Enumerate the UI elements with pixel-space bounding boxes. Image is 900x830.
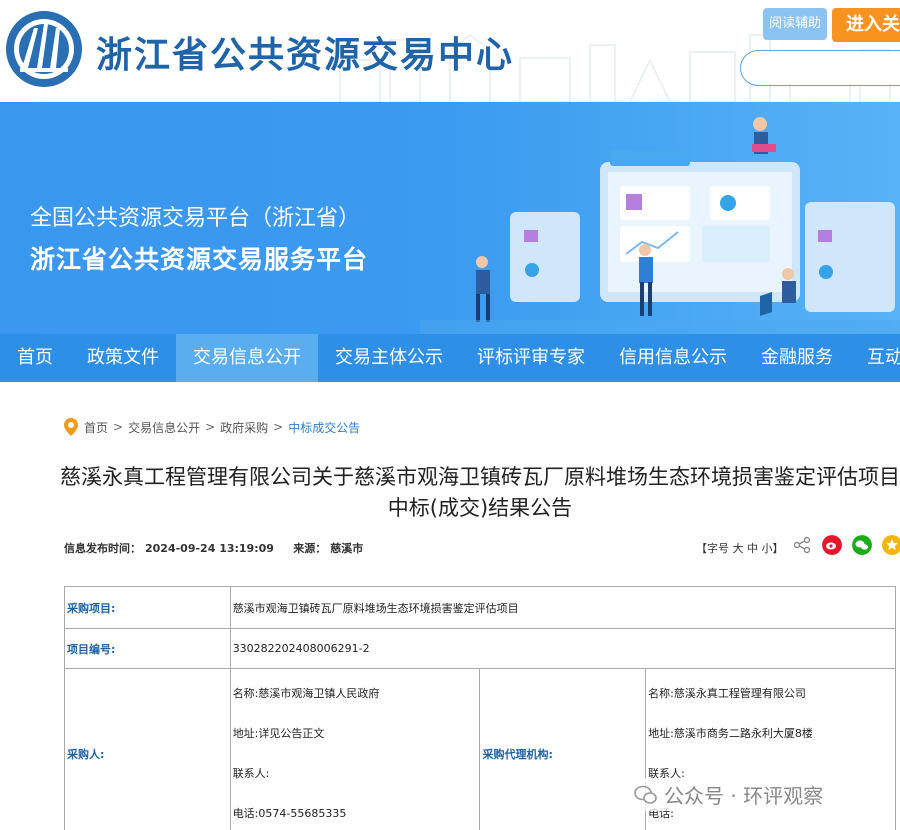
main-nav: 首页政策文件交易信息公开交易主体公示评标评审专家信用信息公示金融服务互动交流: [0, 334, 900, 382]
watermark: 公众号 · 环评观察: [628, 778, 830, 811]
purchaser-label: 采购人:: [64, 668, 231, 830]
nav-finance[interactable]: 金融服务: [744, 334, 850, 382]
source-value: 慈溪市: [330, 542, 364, 555]
breadcrumb-home[interactable]: 首页: [84, 419, 108, 436]
agency-address: 地址:慈溪市商务二路永利大厦8楼: [648, 726, 813, 740]
breadcrumb-trade-info[interactable]: 交易信息公开: [128, 419, 200, 436]
nav-trade-info[interactable]: 交易信息公开: [176, 334, 318, 382]
site-header: 浙江省公共资源交易中心 阅读辅助 进入关: [0, 0, 900, 102]
agency-name: 名称:慈溪永真工程管理有限公司: [648, 686, 806, 700]
nav-credit[interactable]: 信用信息公示: [602, 334, 744, 382]
purchaser-name: 名称:慈溪市观海卫镇人民政府: [232, 686, 380, 700]
publish-time-label: 信息发布时间：: [64, 542, 141, 555]
logo-icon[interactable]: [4, 6, 84, 92]
breadcrumb-gov-procurement[interactable]: 政府采购: [220, 419, 268, 436]
table-row: 采购项目: 慈溪市观海卫镇砖瓦厂原料堆场生态环境损害鉴定评估项目: [64, 586, 897, 629]
nav-policy[interactable]: 政策文件: [70, 334, 176, 382]
publish-time: 2024-09-24 13:19:09: [145, 542, 274, 555]
watermark-text: 公众号 · 环评观察: [664, 784, 824, 808]
breadcrumb-separator: >: [113, 420, 124, 434]
nav-interaction[interactable]: 互动交流: [850, 334, 900, 382]
weibo-icon[interactable]: [822, 535, 842, 555]
article-title: 慈溪永真工程管理有限公司关于慈溪市观海卫镇砖瓦厂原料堆场生态环境损害鉴定评估项目…: [60, 465, 900, 520]
purchaser-phone: 电话:0574-55685335: [232, 806, 347, 820]
breadcrumb-separator: >: [273, 420, 284, 434]
favorite-icon[interactable]: [882, 535, 900, 555]
share-bar: [792, 535, 900, 555]
number-value: 330282202408006291-2: [229, 628, 897, 669]
purchaser-address: 地址:详见公告正文: [232, 726, 325, 740]
nav-subjects[interactable]: 交易主体公示: [318, 334, 460, 382]
banner-subtitle: 全国公共资源交易平台（浙江省）: [30, 206, 361, 231]
banner-title: 浙江省公共资源交易服务平台: [30, 245, 369, 274]
banner-illustration: [420, 117, 900, 334]
share-icon[interactable]: [792, 535, 812, 555]
breadcrumb-current[interactable]: 中标成交公告: [288, 419, 360, 436]
project-value: 慈溪市观海卫镇砖瓦厂原料堆场生态环境损害鉴定评估项目: [229, 586, 897, 629]
reading-assist-button[interactable]: 阅读辅助: [763, 8, 827, 40]
location-pin-icon: [64, 418, 78, 436]
wechat-official-icon: [634, 785, 657, 804]
agency-label: 采购代理机构:: [479, 668, 647, 830]
enter-button[interactable]: 进入关: [832, 8, 900, 42]
wechat-icon[interactable]: [852, 535, 872, 555]
site-name[interactable]: 浙江省公共资源交易中心: [96, 26, 514, 78]
purchaser-contact: 联系人:: [232, 766, 270, 780]
breadcrumb-separator: >: [205, 420, 216, 434]
number-label: 项目编号:: [64, 628, 231, 669]
table-row: 项目编号: 330282202408006291-2: [64, 628, 897, 669]
search-input[interactable]: [740, 50, 900, 86]
source-label: 来源：: [293, 542, 327, 555]
hero-banner: 全国公共资源交易平台（浙江省） 浙江省公共资源交易服务平台: [0, 102, 900, 334]
article-meta: 信息发布时间： 2024-09-24 13:19:09 来源： 慈溪市: [64, 540, 367, 556]
project-label: 采购项目:: [64, 586, 231, 629]
purchaser-info: 名称:慈溪市观海卫镇人民政府 地址:详见公告正文 联系人: 电话:0574-55…: [229, 668, 481, 830]
nav-home[interactable]: 首页: [0, 334, 70, 382]
font-size-switcher[interactable]: 【字号 大 中 小】: [696, 540, 784, 556]
breadcrumb: 首页 > 交易信息公开 > 政府采购 > 中标成交公告: [64, 418, 360, 436]
nav-experts[interactable]: 评标评审专家: [460, 334, 602, 382]
